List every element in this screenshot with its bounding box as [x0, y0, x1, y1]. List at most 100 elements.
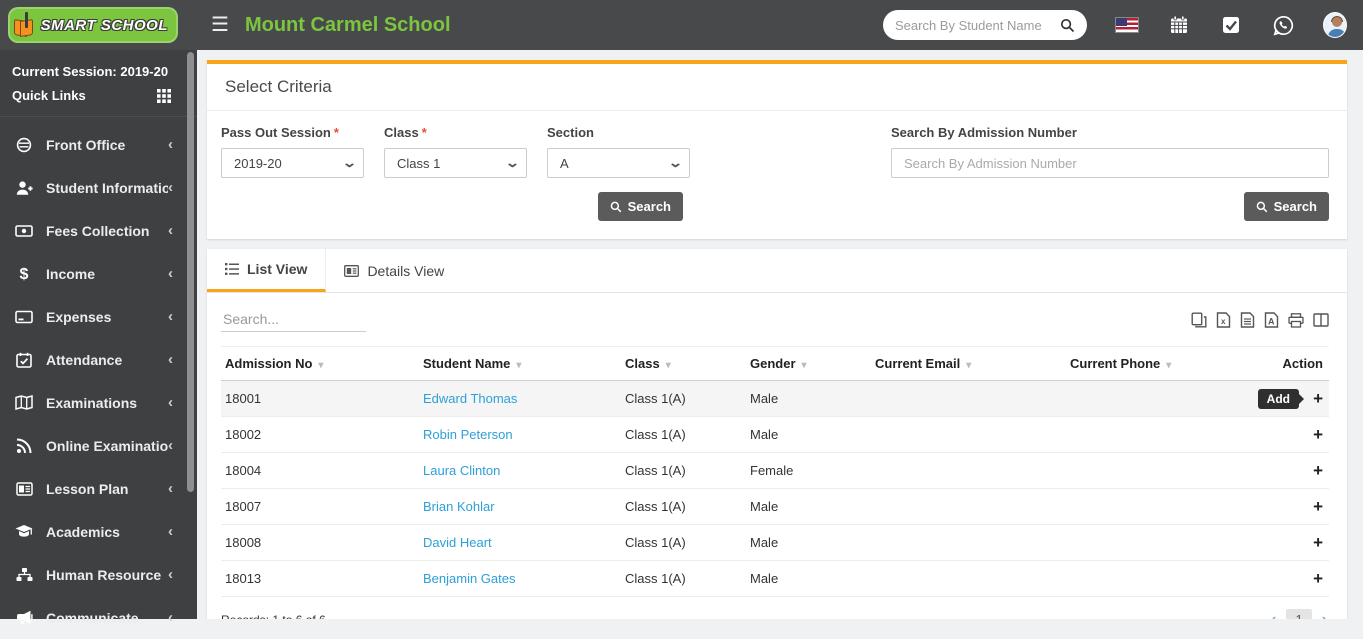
- print-icon[interactable]: [1288, 312, 1304, 328]
- table-row: 18004 Laura Clinton Class 1(A) Female +: [221, 452, 1329, 489]
- column-visibility-icon[interactable]: [1313, 313, 1329, 327]
- chevron-down-icon: ⌄: [341, 155, 358, 170]
- table-row: 18001 Edward Thomas Class 1(A) Male Add +: [221, 380, 1329, 417]
- class-search-button[interactable]: Search: [597, 192, 683, 221]
- calendar-icon[interactable]: [1167, 13, 1191, 37]
- records-count-label: Records: 1 to 6 of 6: [221, 613, 326, 620]
- pass-out-session-select[interactable]: 2019-20 ⌄: [221, 148, 364, 178]
- student-name-link[interactable]: Benjamin Gates: [423, 571, 516, 586]
- student-name-link[interactable]: Edward Thomas: [423, 391, 517, 406]
- copy-icon[interactable]: [1191, 312, 1207, 328]
- student-name-link[interactable]: Laura Clinton: [423, 463, 500, 478]
- phone-cell: [1066, 416, 1261, 453]
- sidebar-item-front-office[interactable]: Front Office: [0, 123, 197, 166]
- class-cell: Class 1(A): [621, 560, 746, 597]
- admission-search-group: Search By Admission Number Search: [891, 125, 1329, 221]
- export-csv-icon[interactable]: [1240, 312, 1255, 328]
- communicate-icon: [14, 610, 34, 625]
- online-examinations-icon: [14, 438, 34, 454]
- next-page-icon[interactable]: ›: [1320, 611, 1329, 620]
- tab-details-view[interactable]: Details View: [326, 249, 462, 292]
- class-cell: Class 1(A): [621, 488, 746, 525]
- logo-zone: SMART SCHOOL: [0, 7, 197, 43]
- email-cell: [871, 560, 1066, 597]
- add-student-button[interactable]: +: [1313, 569, 1323, 588]
- class-cell: Class 1(A): [621, 380, 746, 417]
- add-student-button[interactable]: +: [1313, 389, 1323, 408]
- sidebar-item-academics[interactable]: Academics: [0, 510, 197, 553]
- add-student-button[interactable]: +: [1313, 461, 1323, 480]
- sidebar-item-examinations[interactable]: Examinations: [0, 381, 197, 424]
- sidebar-item-online-examinations[interactable]: Online Examinations: [0, 424, 197, 467]
- col-admission-no[interactable]: Admission No: [221, 346, 419, 381]
- gender-cell: Male: [746, 488, 871, 525]
- section-label: Section: [547, 125, 594, 140]
- pass-out-session-value: 2019-20: [234, 155, 282, 171]
- academics-icon: [14, 524, 34, 539]
- sidebar-item-income[interactable]: $ Income: [0, 252, 197, 295]
- table-row: 18013 Benjamin Gates Class 1(A) Male +: [221, 560, 1329, 597]
- prev-page-icon[interactable]: ‹: [1269, 611, 1278, 620]
- front-office-icon: [14, 137, 34, 153]
- gender-cell: Male: [746, 416, 871, 453]
- hamburger-menu-icon[interactable]: ☰: [211, 15, 229, 35]
- admission-search-button[interactable]: Search: [1243, 192, 1329, 221]
- col-gender[interactable]: Gender: [746, 346, 871, 381]
- email-cell: [871, 488, 1066, 525]
- add-student-button[interactable]: +: [1313, 497, 1323, 516]
- export-toolbar: x A: [1191, 312, 1329, 332]
- col-action: Action: [1261, 346, 1329, 381]
- col-current-phone[interactable]: Current Phone: [1066, 346, 1261, 381]
- table-search-input[interactable]: [221, 307, 366, 332]
- tab-list-view[interactable]: List View: [207, 249, 327, 292]
- income-icon: $: [14, 265, 34, 282]
- tab-label: List View: [247, 261, 308, 277]
- student-search-box[interactable]: [883, 10, 1087, 40]
- export-pdf-icon[interactable]: A: [1264, 312, 1279, 328]
- admission-number-input[interactable]: [891, 148, 1329, 178]
- tab-label: Details View: [367, 262, 445, 279]
- class-cell: Class 1(A): [621, 416, 746, 453]
- students-table: Admission No Student Name Class Gender C…: [221, 346, 1329, 597]
- language-flag-icon[interactable]: [1115, 13, 1139, 37]
- page-number-button[interactable]: 1: [1286, 609, 1312, 619]
- sidebar-item-communicate[interactable]: Communicate: [0, 596, 197, 639]
- sidebar-item-expenses[interactable]: Expenses: [0, 295, 197, 338]
- profile-avatar[interactable]: [1323, 12, 1347, 38]
- school-name-title: Mount Carmel School: [244, 13, 451, 36]
- student-name-link[interactable]: David Heart: [423, 535, 492, 550]
- current-session-label: Current Session: 2019-20: [12, 64, 169, 79]
- smart-school-logo[interactable]: SMART SCHOOL: [8, 7, 178, 43]
- col-class[interactable]: Class: [621, 346, 746, 381]
- search-icon[interactable]: [1060, 18, 1075, 33]
- sidebar-item-student-information[interactable]: Student Information: [0, 166, 197, 209]
- student-name-link[interactable]: Brian Kohlar: [423, 499, 495, 514]
- col-current-email[interactable]: Current Email: [871, 346, 1066, 381]
- svg-text:x: x: [1221, 317, 1226, 326]
- chevron-down-icon: ⌄: [667, 155, 684, 170]
- gender-cell: Female: [746, 452, 871, 489]
- sidebar-item-attendance[interactable]: Attendance: [0, 338, 197, 381]
- col-student-name[interactable]: Student Name: [419, 346, 621, 381]
- email-cell: [871, 524, 1066, 561]
- sidebar-item-human-resource[interactable]: Human Resource: [0, 553, 197, 596]
- add-student-button[interactable]: +: [1313, 425, 1323, 444]
- search-button-label: Search: [627, 199, 671, 214]
- sidebar-item-fees-collection[interactable]: Fees Collection: [0, 209, 197, 252]
- quick-links-grid-icon[interactable]: [157, 89, 171, 103]
- whatsapp-chat-icon[interactable]: [1271, 13, 1295, 37]
- student-search-input[interactable]: [895, 17, 1060, 33]
- chevron-down-icon: ⌄: [504, 155, 521, 170]
- class-select[interactable]: Class 1 ⌄: [384, 148, 527, 178]
- expenses-icon: [14, 310, 34, 324]
- sidebar-scrollbar[interactable]: [187, 52, 194, 492]
- todo-task-icon[interactable]: [1219, 13, 1243, 37]
- export-excel-icon[interactable]: x: [1216, 312, 1231, 328]
- email-cell: [871, 416, 1066, 453]
- section-select[interactable]: A ⌄: [547, 148, 690, 178]
- add-student-button[interactable]: +: [1313, 533, 1323, 552]
- admission-no-cell: 18004: [221, 452, 419, 489]
- student-name-link[interactable]: Robin Peterson: [423, 427, 513, 442]
- sidebar-item-label: Front Office: [46, 136, 126, 153]
- sidebar-item-lesson-plan[interactable]: Lesson Plan: [0, 467, 197, 510]
